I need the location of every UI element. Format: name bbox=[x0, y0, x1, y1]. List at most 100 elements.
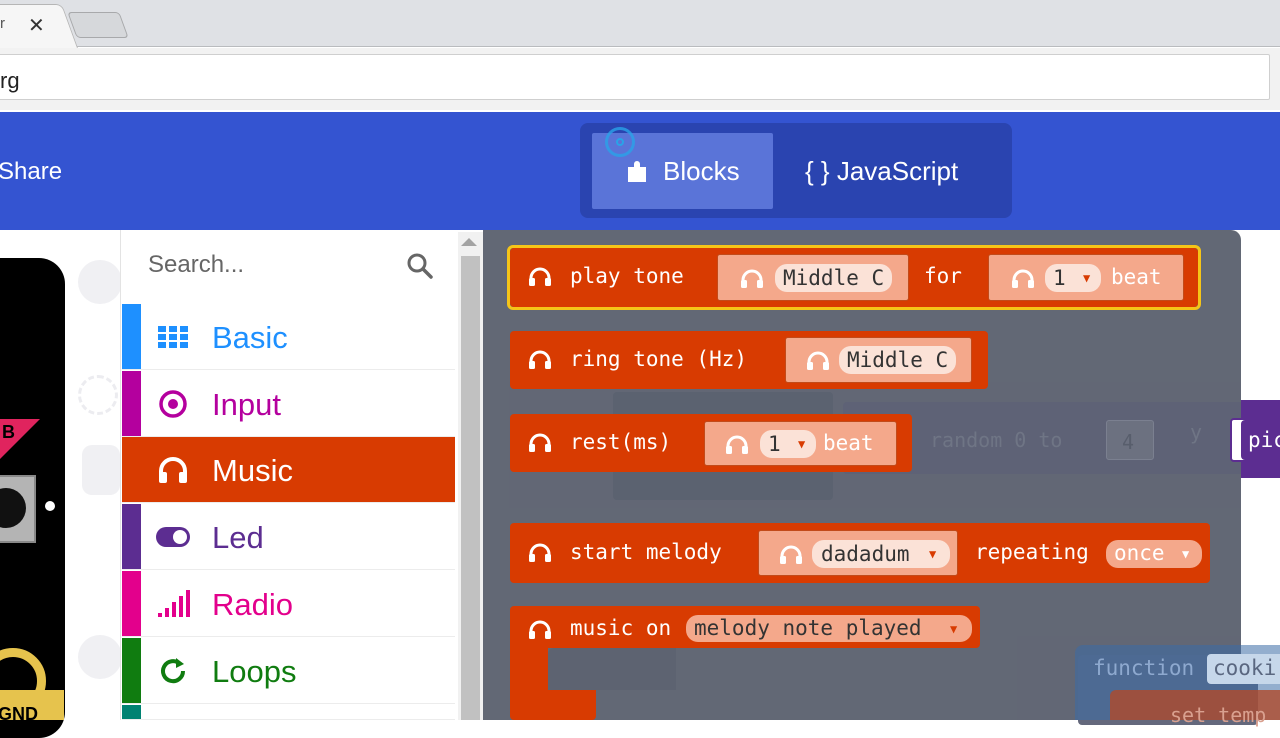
category-label: Led bbox=[212, 520, 264, 555]
rest-label: rest(ms) bbox=[570, 430, 672, 454]
category-label: Music bbox=[212, 453, 293, 488]
rest-block[interactable]: rest(ms) 1 ▼ beat bbox=[510, 414, 912, 472]
blocks-label: Blocks bbox=[663, 156, 740, 186]
category-basic[interactable]: Basic bbox=[122, 304, 455, 370]
chevron-down-icon: ▼ bbox=[950, 622, 958, 636]
pin-dot bbox=[45, 501, 55, 511]
y-label: y bbox=[1190, 420, 1203, 444]
category-color-bar bbox=[122, 437, 141, 502]
repeat-value: once bbox=[1114, 541, 1165, 565]
category-color-bar bbox=[122, 371, 141, 436]
beat-slot[interactable]: 1 ▼ beat bbox=[704, 421, 897, 466]
search-icon[interactable] bbox=[406, 252, 434, 280]
javascript-label: { } JavaScript bbox=[805, 156, 959, 186]
category-input[interactable]: Input bbox=[122, 371, 455, 437]
headphones-icon bbox=[529, 350, 551, 369]
refresh-icon bbox=[161, 658, 186, 684]
toolbox-search bbox=[122, 232, 456, 302]
chevron-down-icon: ▼ bbox=[929, 547, 937, 561]
category-radio[interactable]: Radio bbox=[122, 571, 455, 637]
beat-word: beat bbox=[1111, 265, 1162, 289]
note-field[interactable]: Middle C bbox=[839, 346, 957, 374]
function-label: function bbox=[1093, 656, 1195, 680]
event-dropdown[interactable]: melody note played ▼ bbox=[686, 615, 972, 642]
ring-tone-block[interactable]: ring tone (Hz) Middle C bbox=[510, 331, 988, 389]
note-slot[interactable]: Middle C bbox=[785, 337, 972, 383]
headphones-icon bbox=[780, 545, 802, 564]
cursor-dot bbox=[616, 138, 624, 146]
beat-value: 1 bbox=[768, 432, 781, 456]
note-field[interactable]: Middle C bbox=[775, 264, 893, 292]
beat-value: 1 bbox=[1053, 266, 1066, 290]
pick-label: pic bbox=[1248, 428, 1280, 452]
address-bar bbox=[0, 48, 1280, 110]
close-icon[interactable]: ✕ bbox=[28, 13, 45, 38]
category-led[interactable]: Led bbox=[122, 504, 455, 570]
music-on-label: music on bbox=[570, 616, 672, 640]
headphones-icon bbox=[726, 435, 748, 454]
sim-ghost-gear bbox=[78, 375, 118, 415]
category-color-bar bbox=[122, 705, 141, 719]
toggle-icon bbox=[156, 527, 190, 547]
melody-dropdown[interactable]: dadadum ▼ bbox=[812, 540, 950, 568]
play-tone-label: play tone bbox=[570, 264, 684, 288]
headphones-icon bbox=[807, 351, 829, 370]
play-tone-block[interactable]: play tone Middle C for 1 ▼ beat bbox=[510, 248, 1198, 307]
ring-tone-label: ring tone (Hz) bbox=[570, 347, 748, 371]
category-label: Loops bbox=[212, 654, 297, 689]
headphones-icon bbox=[741, 269, 763, 288]
scrollbar-thumb[interactable] bbox=[461, 256, 480, 720]
browser-tab-title: r bbox=[0, 15, 5, 32]
sim-ghost-circle bbox=[78, 260, 122, 304]
music-on-statement-slot[interactable] bbox=[548, 648, 676, 690]
event-value: melody note played bbox=[694, 616, 922, 640]
category-next[interactable] bbox=[122, 705, 455, 720]
repeating-label: repeating bbox=[975, 540, 1089, 564]
headphones-icon bbox=[1012, 269, 1034, 288]
headphones-icon bbox=[529, 267, 551, 286]
category-color-bar bbox=[122, 504, 141, 569]
scroll-up-arrow[interactable] bbox=[461, 238, 477, 246]
category-loops[interactable]: Loops bbox=[122, 638, 455, 704]
for-label: for bbox=[924, 264, 962, 288]
category-color-bar bbox=[122, 638, 141, 703]
url-field[interactable] bbox=[0, 54, 1270, 100]
beat-dropdown[interactable]: 1 ▼ bbox=[760, 430, 816, 458]
note-slot[interactable]: Middle C bbox=[717, 254, 909, 301]
radio-button-icon bbox=[159, 390, 187, 418]
puzzle-icon bbox=[628, 161, 646, 182]
headphones-icon bbox=[159, 457, 187, 483]
category-color-bar bbox=[122, 304, 141, 369]
music-on-block[interactable]: music on melody note played ▼ bbox=[510, 606, 980, 648]
beat-slot[interactable]: 1 ▼ beat bbox=[988, 254, 1184, 301]
repeat-dropdown[interactable]: once ▼ bbox=[1106, 540, 1202, 568]
melody-slot[interactable]: dadadum ▼ bbox=[758, 530, 958, 576]
gnd-label: GND bbox=[0, 704, 38, 724]
grid-icon bbox=[158, 326, 188, 348]
search-input[interactable] bbox=[148, 250, 388, 280]
chevron-down-icon: ▼ bbox=[1182, 547, 1190, 561]
url-text[interactable]: rg bbox=[0, 68, 20, 94]
function-name: cooki bbox=[1213, 656, 1277, 680]
music-on-block-bottom bbox=[510, 690, 596, 720]
random-max-value: 4 bbox=[1122, 430, 1135, 454]
browser-tab-strip bbox=[0, 0, 1280, 47]
category-label: Input bbox=[212, 387, 281, 422]
melody-value: dadadum bbox=[821, 542, 910, 566]
category-label: Radio bbox=[212, 587, 293, 622]
headphones-icon bbox=[529, 433, 551, 452]
category-music[interactable]: Music bbox=[122, 437, 455, 503]
chevron-down-icon: ▼ bbox=[1083, 271, 1091, 285]
headphones-icon bbox=[529, 620, 551, 639]
javascript-button[interactable]: { } JavaScript bbox=[782, 133, 998, 209]
start-melody-block[interactable]: start melody dadadum ▼ repeating once ▼ bbox=[510, 523, 1210, 583]
signal-bars-icon bbox=[158, 590, 190, 617]
set-label: set temp bbox=[1170, 703, 1267, 727]
category-color-bar bbox=[122, 571, 141, 636]
button-b-label: B bbox=[2, 422, 15, 442]
share-button[interactable]: Share bbox=[0, 158, 62, 186]
beat-dropdown[interactable]: 1 ▼ bbox=[1045, 264, 1101, 292]
random-block-text: random 0 to bbox=[930, 428, 1063, 452]
category-label: Basic bbox=[212, 320, 288, 355]
new-tab-button[interactable] bbox=[67, 12, 129, 38]
